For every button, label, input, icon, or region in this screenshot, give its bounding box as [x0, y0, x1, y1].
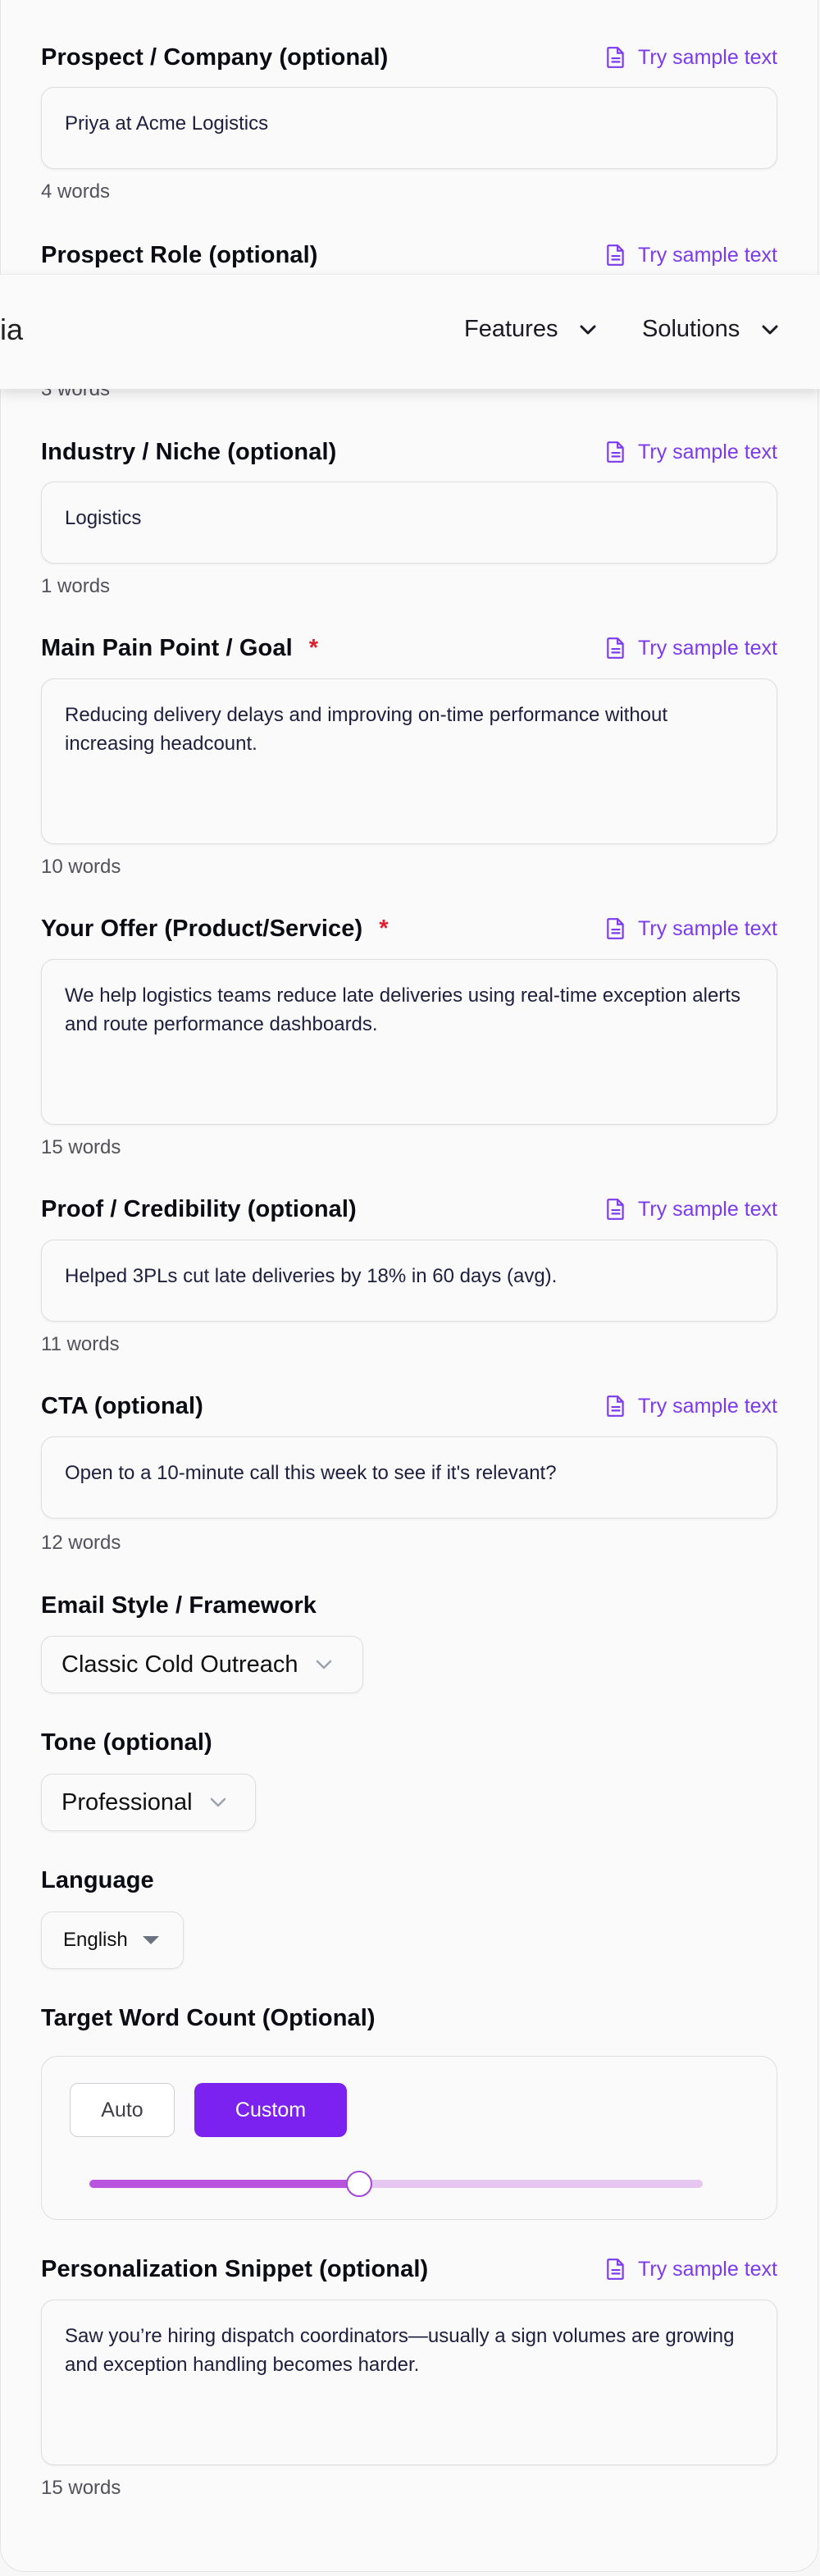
slider-fill: [89, 2180, 360, 2188]
proof-input[interactable]: Helped 3PLs cut late deliveries by 18% i…: [41, 1240, 777, 1322]
slider-thumb[interactable]: [346, 2171, 373, 2197]
industry-word-count: 1 words: [41, 575, 111, 597]
snippet-label: Personalization Snippet (optional): [41, 2255, 429, 2282]
proof-word-count: 11 words: [41, 1333, 120, 1355]
offer-field-header: Your Offer (Product/Service) * Try sampl…: [41, 912, 777, 945]
offer-textarea[interactable]: We help logistics teams reduce late deli…: [41, 959, 777, 1125]
role-label: Prospect Role (optional): [41, 241, 318, 268]
nav-solutions-label: Solutions: [642, 316, 740, 342]
role-sample-link[interactable]: Try sample text: [605, 244, 777, 267]
sample-link-label: Try sample text: [638, 440, 777, 464]
sample-link-label: Try sample text: [638, 2257, 777, 2281]
chevron-down-icon: [580, 325, 596, 334]
prospect-field-header: Prospect / Company (optional) Try sample…: [41, 41, 777, 74]
top-navbar: ia Features Solutions: [0, 274, 820, 389]
document-icon: [607, 244, 624, 266]
chevron-down-icon: [762, 325, 778, 334]
sample-link-label: Try sample text: [638, 45, 777, 69]
offer-label-text: Your Offer (Product/Service): [41, 915, 363, 942]
prospect-sample-link[interactable]: Try sample text: [605, 46, 777, 70]
proof-label: Proof / Credibility (optional): [41, 1195, 357, 1222]
cta-label: CTA (optional): [41, 1392, 203, 1419]
custom-button[interactable]: Custom: [194, 2083, 347, 2137]
style-field-header: Email Style / Framework: [41, 1589, 777, 1622]
sample-link-label: Try sample text: [638, 636, 777, 660]
pain-textarea[interactable]: Reducing delivery delays and improving o…: [41, 678, 777, 844]
pain-label: Main Pain Point / Goal *: [41, 635, 318, 662]
style-select[interactable]: Classic Cold Outreach: [41, 1636, 363, 1693]
snippet-sample-link[interactable]: Try sample text: [605, 2258, 777, 2281]
sample-link-label: Try sample text: [638, 916, 777, 940]
document-icon: [607, 1395, 624, 1417]
pain-sample-link[interactable]: Try sample text: [605, 637, 777, 660]
sample-link-label: Try sample text: [638, 243, 777, 267]
industry-sample-link[interactable]: Try sample text: [605, 441, 777, 464]
chevron-down-icon: [210, 1797, 226, 1807]
wordcount-label: Target Word Count (Optional): [41, 2004, 376, 2031]
wordcount-panel: Auto Custom: [41, 2056, 777, 2220]
language-select[interactable]: English: [41, 1911, 184, 1969]
pain-field-header: Main Pain Point / Goal * Try sample text: [41, 632, 777, 665]
wordcount-field-header: Target Word Count (Optional): [41, 2002, 777, 2035]
pain-label-text: Main Pain Point / Goal: [41, 634, 293, 661]
language-label: Language: [41, 1866, 154, 1893]
tone-label: Tone (optional): [41, 1729, 212, 1756]
document-icon: [607, 47, 624, 68]
offer-word-count: 15 words: [41, 1136, 121, 1158]
cta-input[interactable]: Open to a 10-minute call this week to se…: [41, 1436, 777, 1519]
prospect-label: Prospect / Company (optional): [41, 43, 389, 71]
nav-features[interactable]: Features: [464, 316, 597, 343]
snippet-word-count: 15 words: [41, 2477, 121, 2499]
required-marker: *: [308, 634, 319, 661]
role-field-header: Prospect Role (optional) Try sample text: [41, 239, 777, 272]
pain-word-count: 10 words: [41, 856, 121, 878]
document-icon: [607, 2259, 624, 2280]
cta-sample-link[interactable]: Try sample text: [605, 1395, 777, 1418]
snippet-textarea[interactable]: Saw you’re hiring dispatch coordinators—…: [41, 2300, 777, 2465]
proof-field-header: Proof / Credibility (optional) Try sampl…: [41, 1193, 777, 1226]
brand-logo-text[interactable]: ia: [0, 313, 23, 347]
industry-input[interactable]: Logistics: [41, 482, 777, 564]
proof-sample-link[interactable]: Try sample text: [605, 1198, 777, 1222]
sample-link-label: Try sample text: [638, 1197, 777, 1221]
document-icon: [607, 637, 624, 659]
offer-label: Your Offer (Product/Service) *: [41, 916, 389, 943]
nav-solutions[interactable]: Solutions: [642, 316, 779, 343]
language-field-header: Language: [41, 1864, 777, 1897]
tone-field-header: Tone (optional): [41, 1726, 777, 1759]
document-icon: [607, 441, 624, 463]
tone-select[interactable]: Professional: [41, 1774, 256, 1831]
snippet-field-header: Personalization Snippet (optional) Try s…: [41, 2253, 777, 2286]
caret-down-icon: [142, 1936, 159, 1944]
auto-button[interactable]: Auto: [70, 2083, 175, 2137]
industry-label: Industry / Niche (optional): [41, 438, 337, 465]
language-selected-value: English: [63, 1929, 128, 1951]
sample-link-label: Try sample text: [638, 1394, 777, 1418]
tone-selected-value: Professional: [61, 1788, 193, 1816]
prospect-word-count: 4 words: [41, 180, 111, 203]
nav-features-label: Features: [464, 316, 558, 342]
cta-word-count: 12 words: [41, 1532, 121, 1554]
prospect-input[interactable]: Priya at Acme Logistics: [41, 87, 777, 169]
document-icon: [607, 1199, 624, 1220]
chevron-down-icon: [316, 1660, 331, 1669]
document-icon: [607, 918, 624, 939]
required-marker: *: [379, 915, 389, 942]
wordcount-slider[interactable]: [89, 2171, 703, 2197]
cta-field-header: CTA (optional) Try sample text: [41, 1390, 777, 1423]
offer-sample-link[interactable]: Try sample text: [605, 917, 777, 941]
industry-field-header: Industry / Niche (optional) Try sample t…: [41, 436, 777, 468]
style-selected-value: Classic Cold Outreach: [61, 1651, 298, 1678]
style-label: Email Style / Framework: [41, 1592, 317, 1619]
